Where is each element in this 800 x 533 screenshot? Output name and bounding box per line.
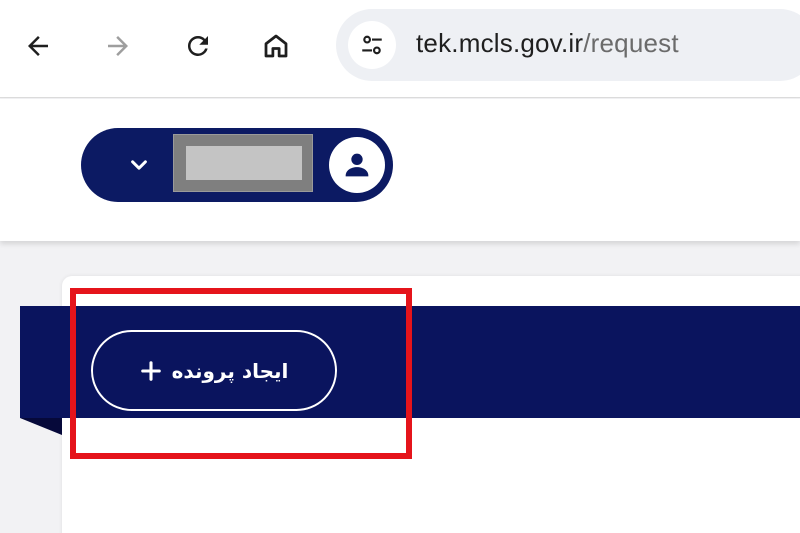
back-button[interactable]: [16, 24, 60, 68]
avatar: [329, 137, 385, 193]
tune-icon: [362, 35, 382, 55]
browser-toolbar: tek.mcls.gov.ir/request: [0, 0, 800, 98]
user-menu-button[interactable]: [81, 128, 393, 202]
site-header: [0, 99, 800, 241]
home-icon: [264, 34, 288, 58]
home-button[interactable]: [254, 24, 298, 68]
highlight-annotation: [70, 288, 412, 459]
chevron-down-icon: [131, 160, 147, 170]
arrow-left-icon: [28, 36, 48, 56]
username-text: [186, 146, 302, 180]
forward-button[interactable]: [96, 24, 140, 68]
ribbon-fold: [20, 418, 62, 435]
reload-button[interactable]: [176, 24, 220, 68]
site-info-button[interactable]: [348, 21, 396, 69]
url-host: tek.mcls.gov.ir: [416, 28, 584, 58]
user-icon: [345, 153, 369, 177]
reload-icon: [187, 35, 208, 56]
url-text[interactable]: tek.mcls.gov.ir/request: [416, 28, 679, 59]
arrow-right-icon: [108, 36, 128, 56]
url-path: /request: [583, 28, 679, 58]
address-bar[interactable]: tek.mcls.gov.ir/request: [336, 9, 800, 81]
username-redacted: [173, 134, 313, 192]
